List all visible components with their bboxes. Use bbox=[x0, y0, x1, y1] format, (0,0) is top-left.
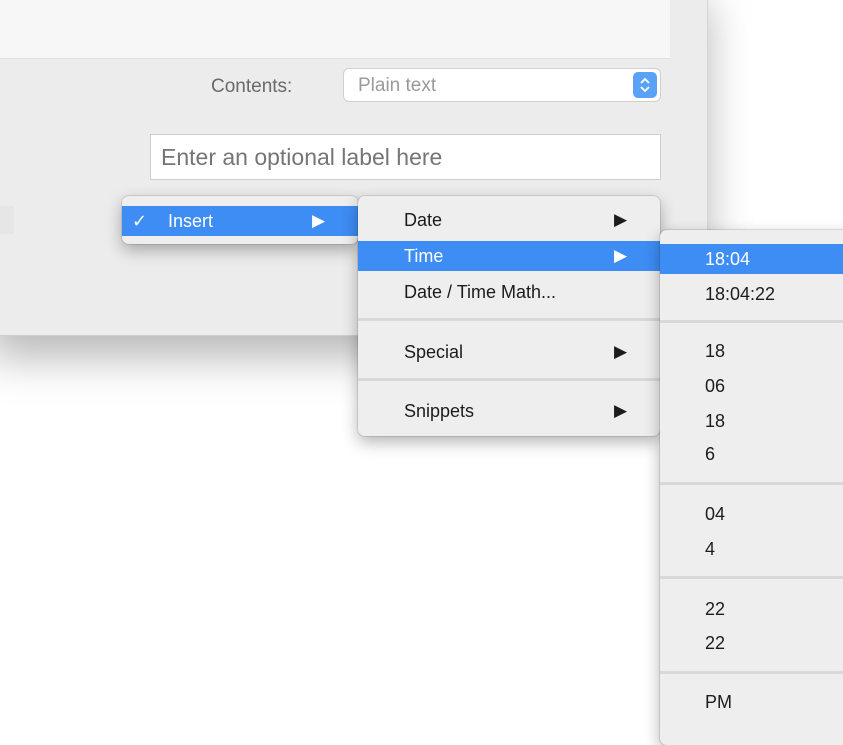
menu-item-hour-24-unpadded[interactable]: 18 bbox=[660, 406, 843, 436]
menu-item-time-hh-mm-ss[interactable]: 18:04:22 bbox=[660, 279, 843, 309]
menu-item-label: 18 bbox=[705, 341, 726, 361]
menu-item-label: 22 bbox=[705, 633, 726, 653]
checkmark-icon: ✓ bbox=[132, 211, 148, 231]
menu-separator bbox=[358, 378, 660, 381]
menu-item-label: 04 bbox=[705, 504, 726, 524]
time-submenu: 18:04 18:04:22 18 06 18 6 04 4 22 22 PM bbox=[660, 230, 843, 745]
menu-item-label: 06 bbox=[705, 376, 726, 396]
contents-select[interactable]: Plain text bbox=[343, 68, 661, 102]
label-input[interactable] bbox=[150, 134, 661, 180]
menu-item-second[interactable]: 22 bbox=[660, 628, 843, 658]
menu-item-date-time-math[interactable]: Date / Time Math... bbox=[358, 277, 660, 307]
menu-separator bbox=[660, 482, 843, 485]
window-edge bbox=[0, 206, 14, 234]
menu-separator bbox=[660, 671, 843, 674]
right-triangle-icon: ▶ bbox=[614, 246, 628, 265]
insert-menu: ✓ Insert ▶ bbox=[122, 196, 358, 244]
right-triangle-icon: ▶ bbox=[312, 211, 326, 230]
menu-item-date-label: Date bbox=[404, 210, 443, 230]
menu-item-insert-label: Insert bbox=[168, 211, 214, 231]
menu-item-label: 6 bbox=[705, 444, 716, 464]
right-triangle-icon: ▶ bbox=[614, 210, 628, 229]
menu-item-insert[interactable]: ✓ Insert ▶ bbox=[122, 206, 358, 236]
menu-item-time[interactable]: Time ▶ bbox=[358, 241, 660, 271]
up-down-chevron-icon bbox=[633, 72, 657, 98]
right-triangle-icon: ▶ bbox=[614, 401, 628, 420]
menu-item-snippets[interactable]: Snippets ▶ bbox=[358, 396, 660, 426]
menu-item-time-label: Time bbox=[404, 246, 444, 266]
menu-item-label: 22 bbox=[705, 599, 726, 619]
right-triangle-icon: ▶ bbox=[614, 342, 628, 361]
menu-item-am-pm[interactable]: PM bbox=[660, 687, 843, 717]
menu-item-hour-12-padded[interactable]: 06 bbox=[660, 371, 843, 401]
menu-item-hour-24[interactable]: 18 bbox=[660, 336, 843, 366]
menu-separator bbox=[660, 576, 843, 579]
menu-item-special-label: Special bbox=[404, 342, 464, 362]
menu-separator bbox=[358, 318, 660, 321]
menu-item-label: 18 bbox=[705, 411, 726, 431]
contents-label: Contents: bbox=[211, 76, 293, 97]
menu-item-date-time-math-label: Date / Time Math... bbox=[404, 282, 557, 302]
menu-item-hour-12[interactable]: 6 bbox=[660, 439, 843, 469]
menu-item-snippets-label: Snippets bbox=[404, 401, 475, 421]
top-strip bbox=[0, 0, 670, 59]
menu-item-date[interactable]: Date ▶ bbox=[358, 205, 660, 235]
menu-item-second-padded[interactable]: 22 bbox=[660, 594, 843, 624]
contents-select-value: Plain text bbox=[358, 75, 437, 96]
menu-separator bbox=[660, 320, 843, 323]
menu-item-label: PM bbox=[705, 692, 732, 712]
insert-submenu: Date ▶ Time ▶ Date / Time Math... Specia… bbox=[358, 196, 660, 436]
menu-item-label: 18:04 bbox=[705, 249, 751, 269]
menu-item-label: 4 bbox=[705, 539, 716, 559]
menu-item-minute-padded[interactable]: 04 bbox=[660, 499, 843, 529]
menu-item-minute[interactable]: 4 bbox=[660, 534, 843, 564]
menu-item-label: 18:04:22 bbox=[705, 284, 776, 304]
menu-item-special[interactable]: Special ▶ bbox=[358, 337, 660, 367]
menu-item-time-hh-mm[interactable]: 18:04 bbox=[660, 244, 843, 274]
